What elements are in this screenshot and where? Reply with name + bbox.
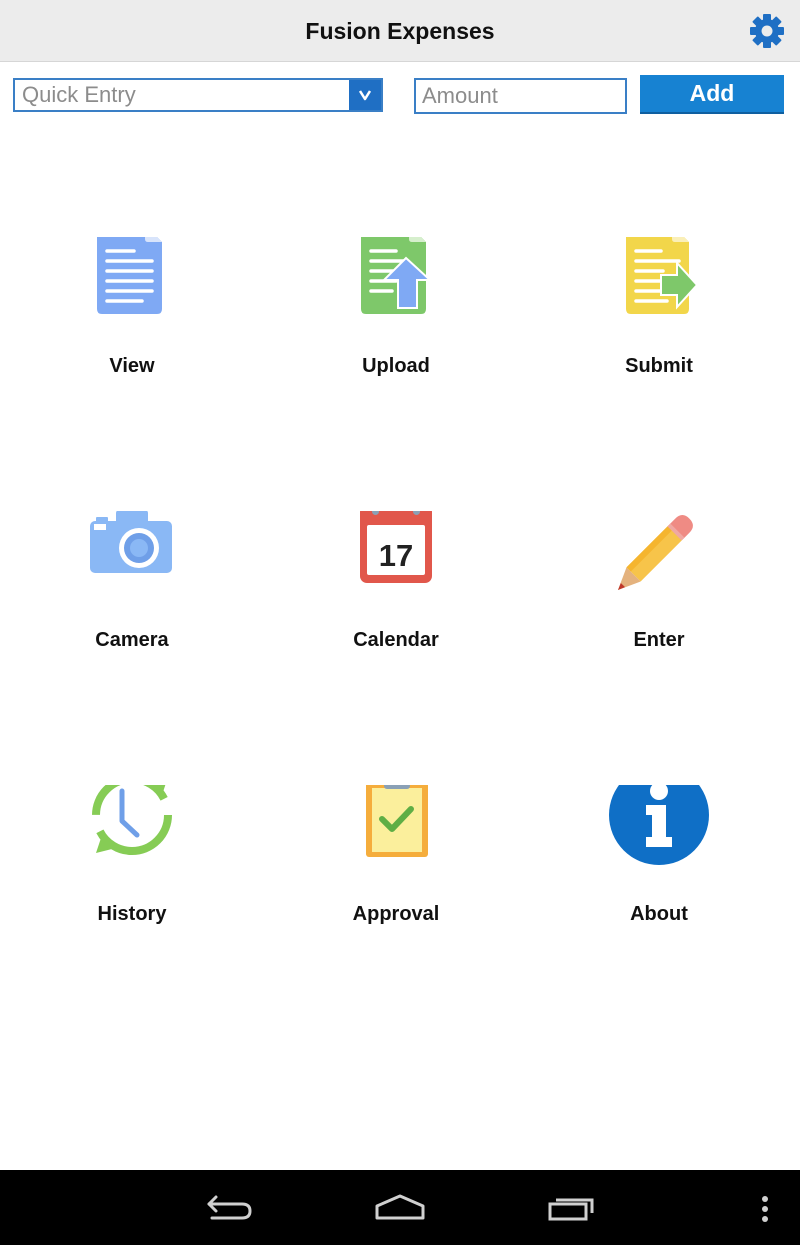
- back-icon[interactable]: [200, 1185, 260, 1229]
- recent-apps-icon[interactable]: [540, 1185, 600, 1229]
- tile-label: Approval: [352, 903, 440, 925]
- tile-camera[interactable]: Camera: [32, 510, 232, 701]
- tile-label: About: [630, 903, 688, 925]
- tile-approval[interactable]: Approval: [296, 770, 496, 975]
- document-icon: [82, 225, 182, 337]
- tile-about[interactable]: About: [559, 765, 759, 975]
- clipboard-check-icon: [346, 770, 446, 885]
- history-icon: [82, 775, 182, 885]
- tile-history[interactable]: History: [32, 775, 232, 975]
- tile-calendar[interactable]: 17 Calendar: [296, 499, 496, 701]
- pencil-icon: [609, 511, 709, 611]
- amount-field-wrap: [414, 78, 627, 114]
- app-title: Fusion Expenses: [305, 18, 495, 44]
- tile-submit[interactable]: Submit: [559, 225, 759, 427]
- add-button[interactable]: Add: [640, 75, 784, 114]
- submit-document-icon: [609, 225, 709, 337]
- tile-label: Calendar: [353, 629, 439, 651]
- tile-label: View: [109, 355, 155, 377]
- amount-field[interactable]: [416, 80, 625, 112]
- tile-label: History: [97, 903, 167, 925]
- calendar-day: 17: [379, 538, 413, 573]
- tile-label: Upload: [362, 355, 430, 377]
- tile-label: Camera: [95, 629, 169, 651]
- quick-entry-placeholder: Quick Entry: [22, 82, 136, 107]
- calendar-icon: 17: [346, 499, 446, 611]
- camera-icon: [82, 510, 182, 611]
- home-icon[interactable]: [370, 1185, 430, 1229]
- upload-document-icon: [346, 225, 446, 337]
- tile-label: Submit: [625, 355, 693, 377]
- info-icon: [609, 765, 709, 885]
- tile-upload[interactable]: Upload: [296, 225, 496, 427]
- navigation-bar: [0, 1170, 800, 1245]
- tile-view[interactable]: View: [32, 225, 232, 427]
- overflow-menu-icon[interactable]: [750, 1185, 780, 1229]
- chevron-down-icon[interactable]: [349, 80, 381, 110]
- quick-entry-dropdown[interactable]: Quick Entry: [13, 78, 383, 112]
- gear-icon[interactable]: [750, 14, 784, 48]
- tile-enter[interactable]: Enter: [559, 511, 759, 701]
- title-bar: Fusion Expenses: [0, 0, 800, 62]
- tile-label: Enter: [633, 629, 685, 651]
